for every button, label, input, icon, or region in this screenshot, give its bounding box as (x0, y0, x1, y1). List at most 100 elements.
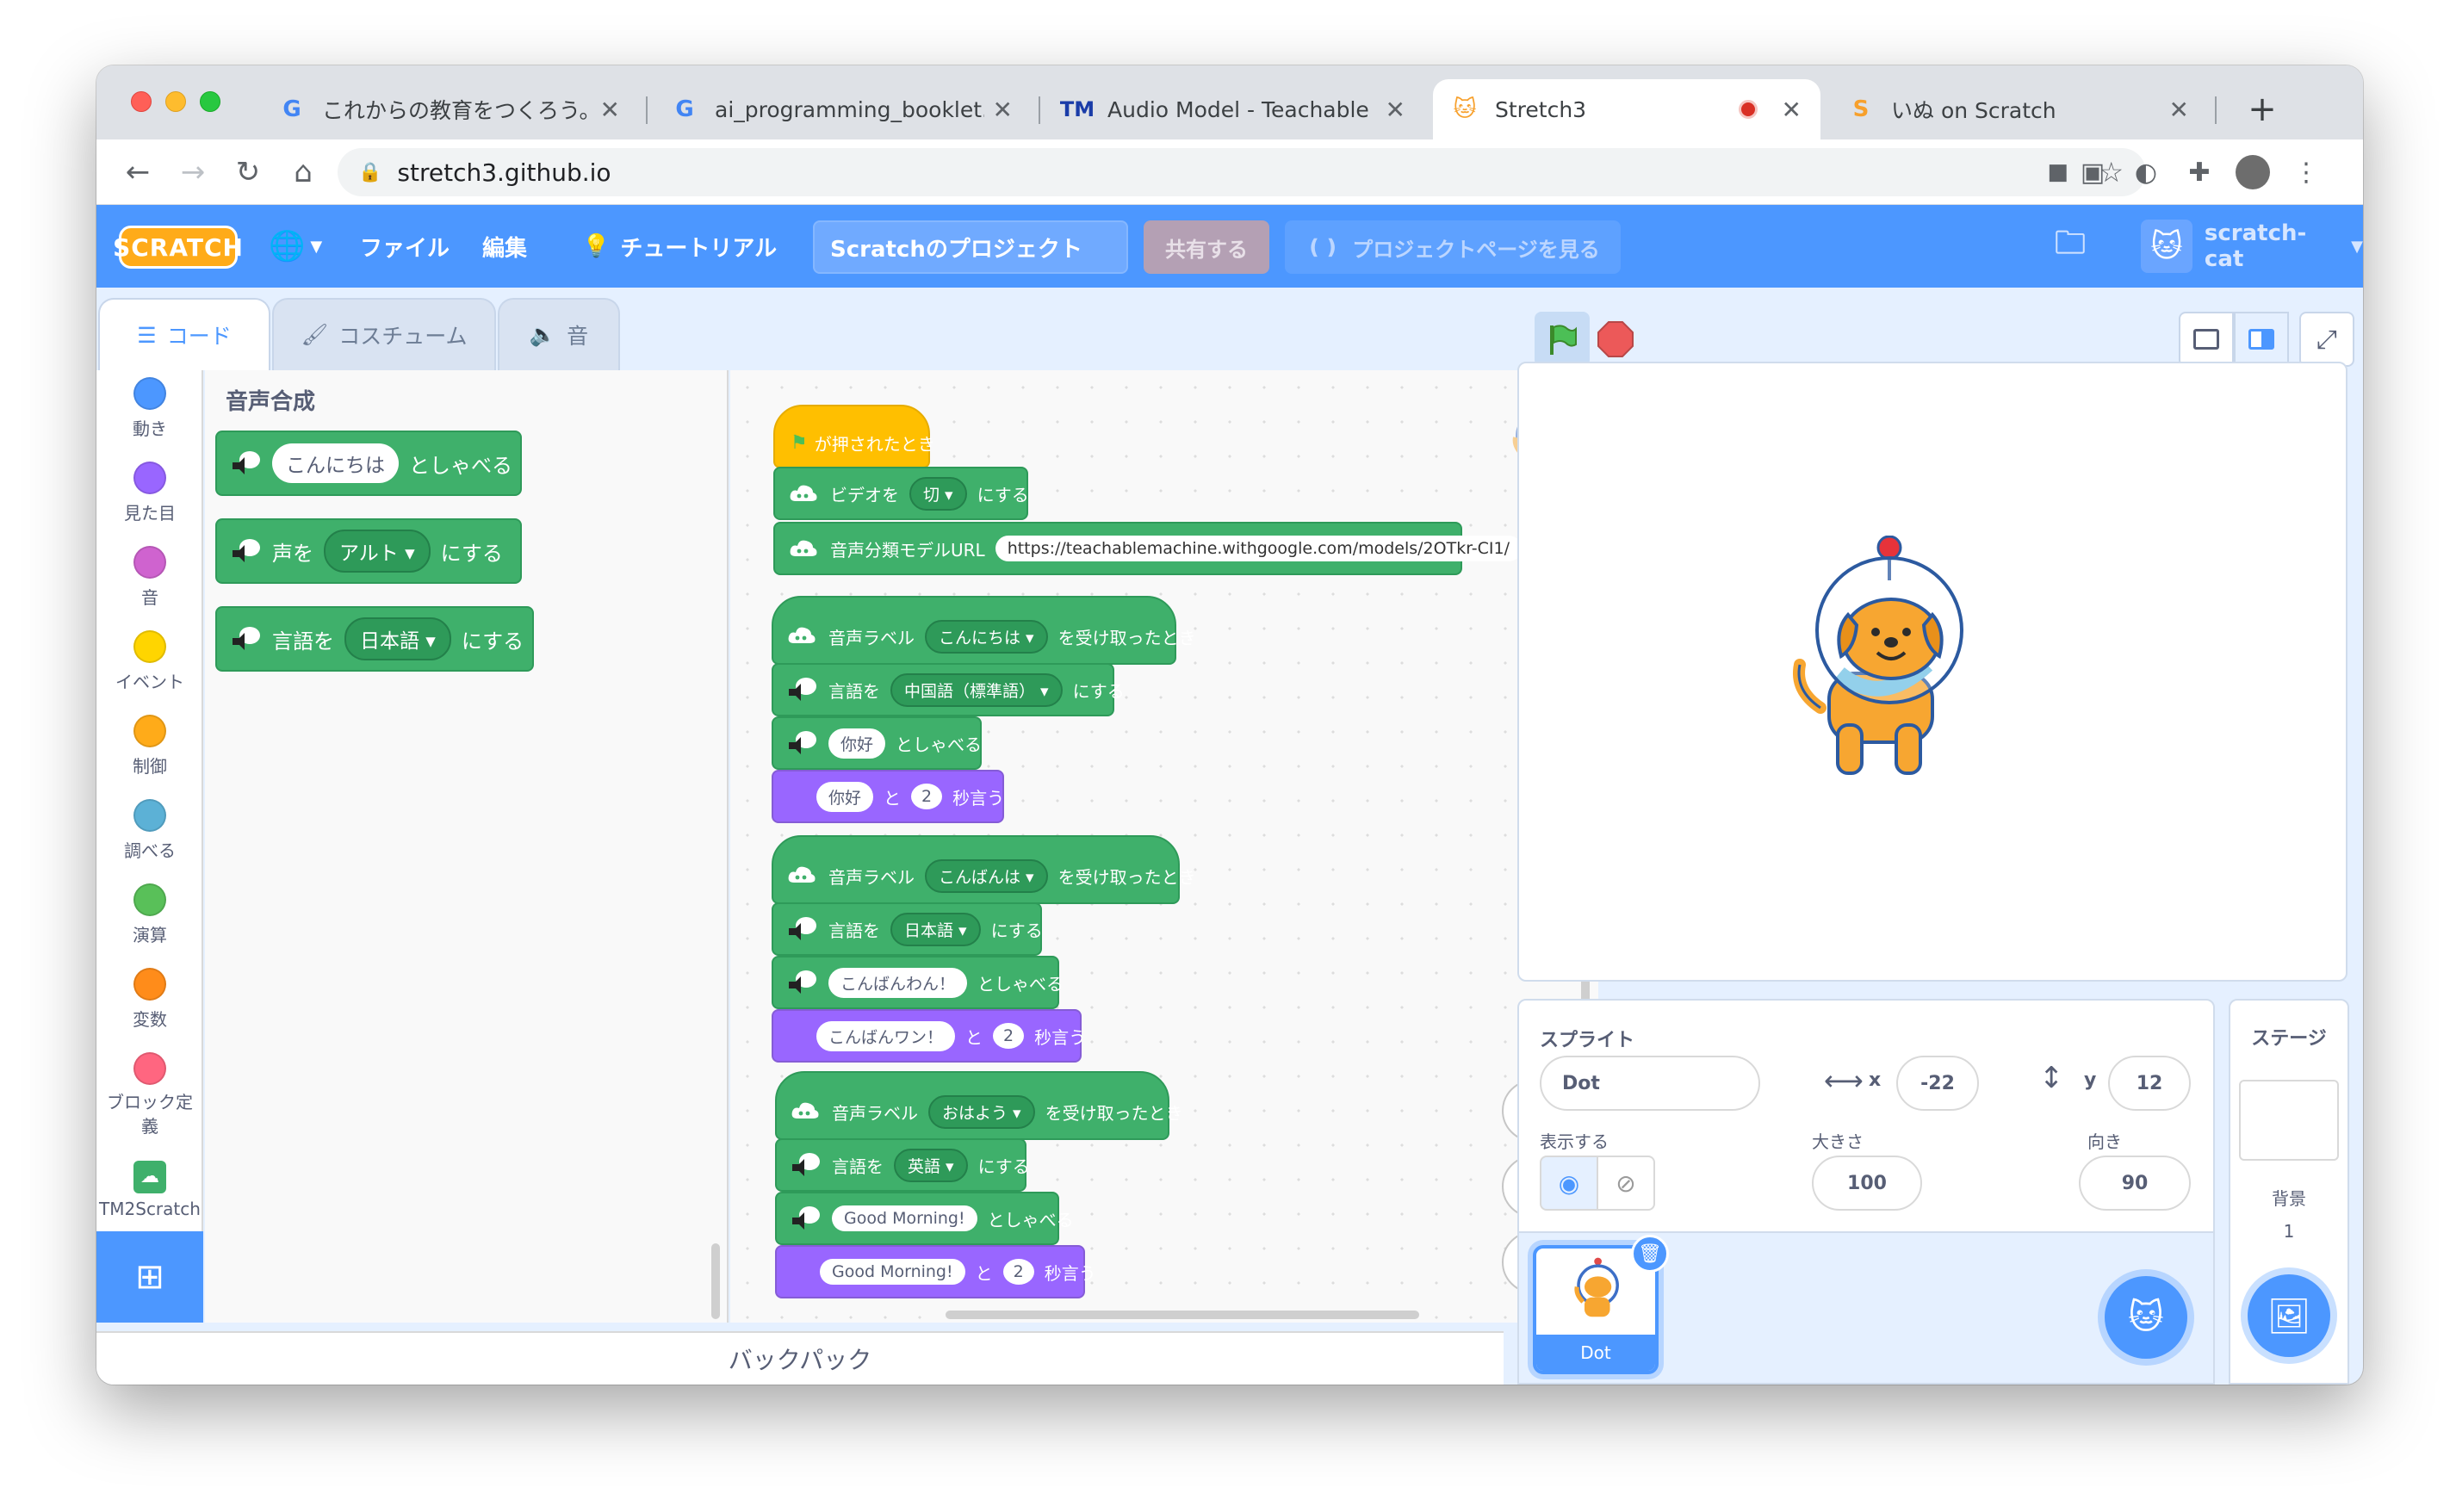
language-dropdown[interactable]: 日本語 ▾ (890, 912, 981, 946)
speak-text-input[interactable]: Good Morning! (832, 1205, 977, 1231)
block-speak-good-morning[interactable]: Good Morning! としゃべる (775, 1192, 1074, 1245)
hide-sprite-button[interactable]: ⊘ (1597, 1156, 1655, 1211)
category-variables[interactable]: 変数 (96, 968, 203, 1031)
small-stage-button[interactable] (2179, 312, 2234, 367)
sound-label-dropdown[interactable]: おはよう ▾ (928, 1094, 1035, 1129)
say-text-input[interactable]: こんばんワン！ (816, 1020, 956, 1051)
extension-circle-icon[interactable]: ◐ (2127, 153, 2165, 191)
scratch-logo[interactable]: SCRATCH (113, 226, 243, 269)
block-say-for-secs-3[interactable]: Good Morning! と 2 秒言う (775, 1245, 1096, 1298)
stop-button[interactable] (1595, 319, 1636, 360)
profile-avatar[interactable] (2234, 153, 2272, 191)
language-dropdown[interactable]: 英語 ▾ (894, 1148, 968, 1182)
category-sound[interactable]: 音 (96, 546, 203, 609)
block-speak-nihao[interactable]: 你好 としゃべる (772, 716, 982, 770)
tab-sounds[interactable]: 🔈 音 (498, 298, 620, 370)
back-icon[interactable]: ← (119, 153, 157, 191)
browser-tab-1[interactable]: G これからの教育をつくろう。 ✕ (260, 79, 639, 139)
speak-text-input[interactable]: 你好 (828, 728, 886, 759)
project-title-input[interactable]: Scratchのプロジェクト (813, 220, 1128, 274)
palette-block-set-voice[interactable]: 声を アルト ▾ にする (215, 518, 522, 584)
show-sprite-button[interactable]: ◉ (1540, 1156, 1598, 1211)
say-seconds-input[interactable]: 2 (993, 1023, 1025, 1049)
sprite-name-input[interactable]: Dot (1540, 1056, 1760, 1111)
block-set-language-japanese[interactable]: 言語を 日本語 ▾ にする (772, 902, 1043, 956)
language-menu[interactable]: 🌐 ▼ (269, 205, 322, 288)
stage-thumbnail[interactable] (2239, 1080, 2339, 1161)
forward-icon[interactable]: → (174, 153, 212, 191)
block-sound-model-url[interactable]: 音声分類モデルURL https://teachablemachine.with… (773, 522, 1523, 575)
block-set-language-english[interactable]: 言語を 英語 ▾ にする (775, 1138, 1030, 1192)
file-menu[interactable]: ファイル (360, 205, 450, 288)
new-tab-button[interactable]: + (2232, 79, 2292, 139)
block-speak-konbanwan[interactable]: こんばんわん！ としゃべる (772, 956, 1064, 1009)
address-bar[interactable]: 🔒 stretch3.github.io ■ ☆ (338, 148, 2146, 196)
x-input[interactable]: -22 (1896, 1056, 1979, 1111)
close-window-icon[interactable] (131, 91, 152, 112)
when-flag-clicked-hat[interactable]: ⚑ が押されたとき (773, 405, 935, 468)
user-menu[interactable]: 🐱 scratch-cat ▼ (2141, 205, 2363, 288)
say-seconds-input[interactable]: 2 (911, 784, 943, 809)
normal-stage-button[interactable] (2234, 312, 2289, 367)
edit-menu[interactable]: 編集 (482, 205, 527, 288)
y-input[interactable]: 12 (2108, 1056, 2191, 1111)
speak-text-input[interactable]: こんにちは (272, 443, 399, 483)
close-tab-icon[interactable]: ✕ (993, 96, 1013, 124)
backpack-header[interactable]: バックパック (96, 1331, 1504, 1385)
category-events[interactable]: イベント (96, 630, 203, 693)
share-button[interactable]: 共有する (1144, 220, 1269, 274)
browser-tab-2[interactable]: G ai_programming_booklet.pdf ✕ (653, 79, 1032, 139)
reload-icon[interactable]: ↻ (229, 153, 267, 191)
when-sound-label-received-hat-3[interactable]: 音声ラベル おはよう ▾ を受け取ったとき (775, 1071, 1183, 1140)
direction-input[interactable]: 90 (2079, 1156, 2191, 1211)
minimize-window-icon[interactable] (165, 91, 186, 112)
close-tab-icon[interactable]: ✕ (2169, 96, 2189, 124)
sound-label-dropdown[interactable]: こんばんは ▾ (925, 858, 1048, 893)
browser-tab-4-active[interactable]: 🐱 Stretch3 ✕ (1433, 79, 1820, 139)
language-dropdown[interactable]: 日本語 ▾ (344, 617, 451, 660)
language-dropdown[interactable]: 中国語（標準語） ▾ (890, 672, 1063, 707)
delete-sprite-button[interactable]: 🗑 (1631, 1235, 1669, 1273)
stage-canvas[interactable] (1517, 362, 2347, 982)
maximize-window-icon[interactable] (200, 91, 220, 112)
folder-icon[interactable]: 🗀 (2055, 205, 2086, 288)
category-control[interactable]: 制御 (96, 715, 203, 778)
block-video-toggle[interactable]: ビデオを 切 ▾ にする (773, 467, 1029, 520)
fullscreen-button[interactable]: ⤢ (2299, 312, 2354, 367)
palette-scrollbar[interactable] (711, 1243, 720, 1319)
when-sound-label-received-hat-1[interactable]: 音声ラベル こんにちは ▾ を受け取ったとき (772, 596, 1196, 665)
puzzle-extensions-icon[interactable]: ✚ (2180, 153, 2218, 191)
see-project-page-button[interactable]: ❪❫ プロジェクトページを見る (1285, 220, 1621, 274)
close-tab-icon[interactable]: ✕ (1386, 96, 1405, 124)
category-my-blocks[interactable]: ブロック定義 (96, 1052, 203, 1138)
model-url-input[interactable]: https://teachablemachine.withgoogle.com/… (995, 536, 1523, 561)
close-tab-icon[interactable]: ✕ (1782, 96, 1802, 124)
block-set-language-chinese[interactable]: 言語を 中国語（標準語） ▾ にする (772, 663, 1125, 716)
block-say-for-secs-2[interactable]: こんばんワン！ と 2 秒言う (772, 1009, 1086, 1063)
video-state-dropdown[interactable]: 切 ▾ (909, 476, 967, 511)
say-text-input[interactable]: Good Morning! (820, 1259, 965, 1285)
browser-tab-3[interactable]: TM Audio Model - Teachable Ma ✕ (1045, 79, 1424, 139)
cast-icon[interactable]: ▣ (2074, 153, 2112, 191)
choose-backdrop-button[interactable]: 🖼 (2248, 1274, 2330, 1357)
category-looks[interactable]: 見た目 (96, 462, 203, 524)
close-tab-icon[interactable]: ✕ (600, 96, 620, 124)
home-icon[interactable]: ⌂ (284, 153, 322, 191)
category-motion[interactable]: 動き (96, 377, 203, 440)
size-input[interactable]: 100 (1812, 1156, 1922, 1211)
block-say-for-secs-1[interactable]: 你好 と 2 秒言う (772, 770, 1004, 823)
voice-dropdown[interactable]: アルト ▾ (324, 530, 431, 573)
palette-block-set-language[interactable]: 言語を 日本語 ▾ にする (215, 606, 534, 672)
tutorial-menu[interactable]: 💡 チュートリアル (582, 205, 777, 288)
browser-menu-icon[interactable]: ⋮ (2287, 153, 2325, 191)
green-flag-button[interactable] (1535, 312, 1590, 367)
browser-tab-5[interactable]: S いぬ on Scratch ✕ (1829, 79, 2208, 139)
tab-costumes[interactable]: 🖌 コスチューム (272, 298, 496, 370)
say-text-input[interactable]: 你好 (816, 781, 874, 812)
workspace-horizontal-scrollbar[interactable] (946, 1311, 1419, 1319)
say-seconds-input[interactable]: 2 (1002, 1259, 1034, 1285)
sprite-dot-on-stage[interactable] (1786, 536, 1993, 794)
palette-block-speak[interactable]: こんにちは としゃべる (215, 431, 522, 496)
add-extension-button[interactable]: ⊞ (96, 1231, 203, 1323)
category-operators[interactable]: 演算 (96, 883, 203, 946)
